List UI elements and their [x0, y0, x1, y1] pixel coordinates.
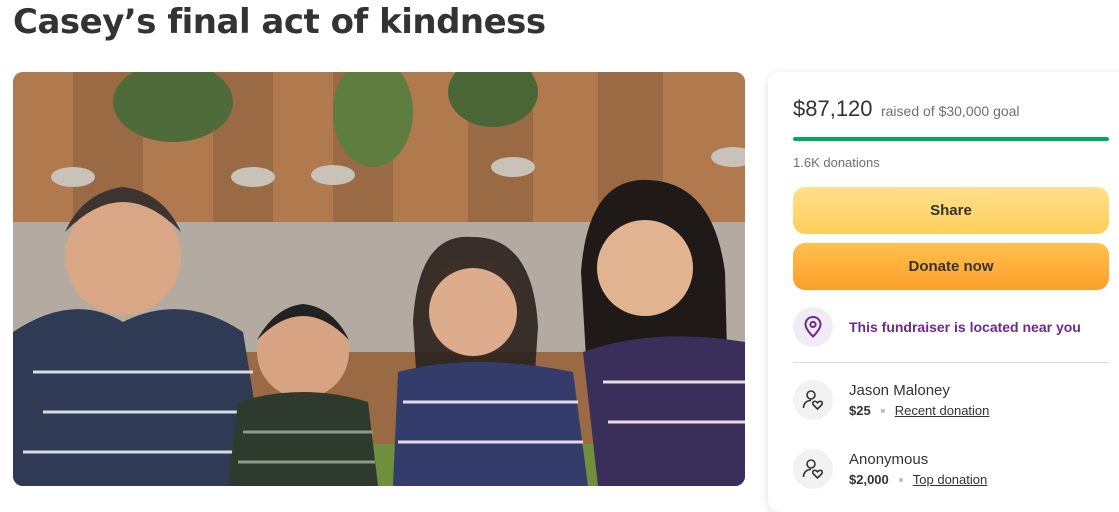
donate-button[interactable]: Donate now: [793, 243, 1109, 290]
donation-count: 1.6K donations: [793, 155, 880, 170]
donation-amount: $25: [849, 403, 871, 418]
location-notice: This fundraiser is located near you: [793, 307, 1081, 347]
divider: [793, 362, 1109, 363]
location-pin-icon: [793, 307, 833, 347]
goal-text: raised of $30,000 goal: [880, 103, 1020, 119]
donor-heart-icon: [793, 449, 833, 489]
donor-name: Anonymous: [849, 451, 929, 468]
recent-donation-link[interactable]: Recent donation: [895, 403, 990, 418]
donation-card: $87,120 raised of $30,000 goal 1.6K dona…: [768, 72, 1119, 512]
progress-fill: [793, 137, 1109, 141]
separator-dot: [898, 477, 903, 482]
donation-amount: $2,000: [849, 472, 889, 487]
location-text: This fundraiser is located near you: [849, 319, 1081, 335]
hero-image[interactable]: [13, 72, 745, 486]
donor-heart-icon: [793, 380, 833, 420]
top-donation-link[interactable]: Top donation: [913, 472, 987, 487]
raised-amount: $87,120: [793, 96, 873, 121]
share-button[interactable]: Share: [793, 187, 1109, 234]
separator-dot: [880, 408, 885, 413]
raised-summary: $87,120 raised of $30,000 goal: [793, 96, 1020, 122]
donor-name: Jason Maloney: [849, 382, 950, 399]
donation-item: Anonymous $2,000 Top donation: [793, 449, 987, 489]
page-title: Casey’s final act of kindness: [13, 2, 546, 42]
donation-item: Jason Maloney $25 Recent donation: [793, 380, 989, 420]
progress-bar: [793, 137, 1109, 141]
